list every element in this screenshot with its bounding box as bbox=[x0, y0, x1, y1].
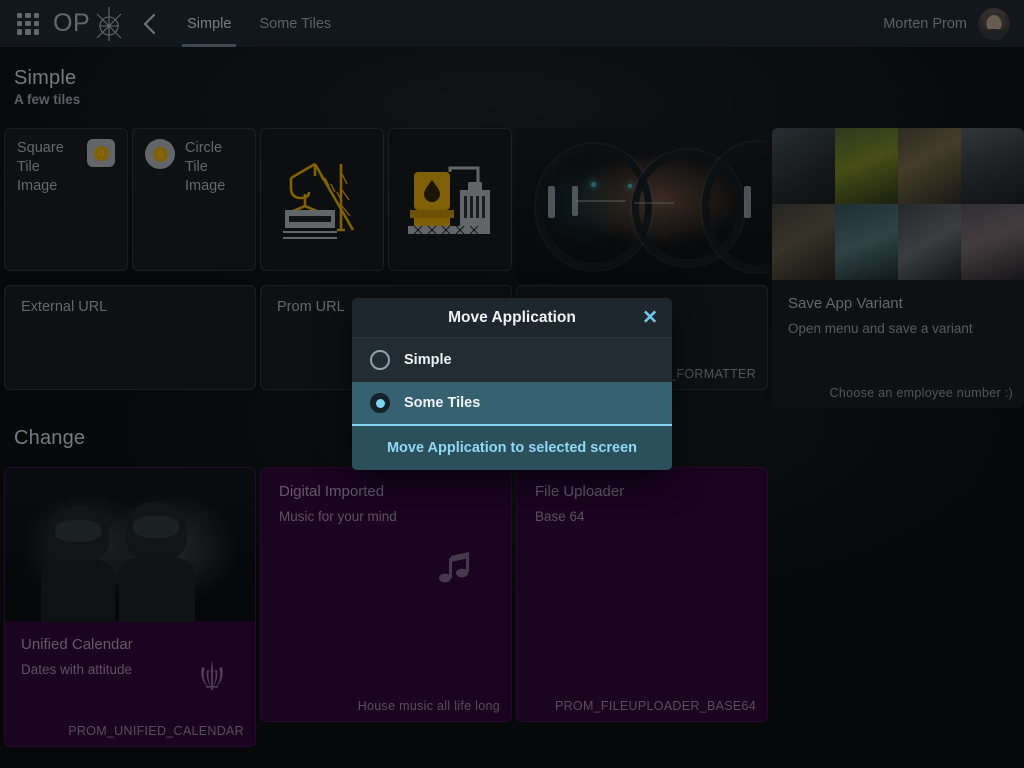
radio-option-some-tiles[interactable]: Some Tiles bbox=[352, 382, 672, 426]
dialog-header: Move Application ✕ bbox=[352, 298, 672, 338]
radio-option-label: Some Tiles bbox=[404, 395, 481, 411]
radio-option-simple[interactable]: Simple bbox=[352, 338, 672, 382]
radio-option-label: Simple bbox=[404, 352, 452, 368]
move-application-button[interactable]: Move Application to selected screen bbox=[352, 426, 672, 470]
radio-icon-selected bbox=[370, 393, 390, 413]
close-icon[interactable]: ✕ bbox=[642, 308, 658, 327]
dialog-title: Move Application bbox=[448, 308, 576, 326]
move-application-button-label: Move Application to selected screen bbox=[386, 440, 638, 456]
radio-icon bbox=[370, 350, 390, 370]
move-application-dialog: Move Application ✕ Simple Some Tiles Mov… bbox=[352, 298, 672, 470]
